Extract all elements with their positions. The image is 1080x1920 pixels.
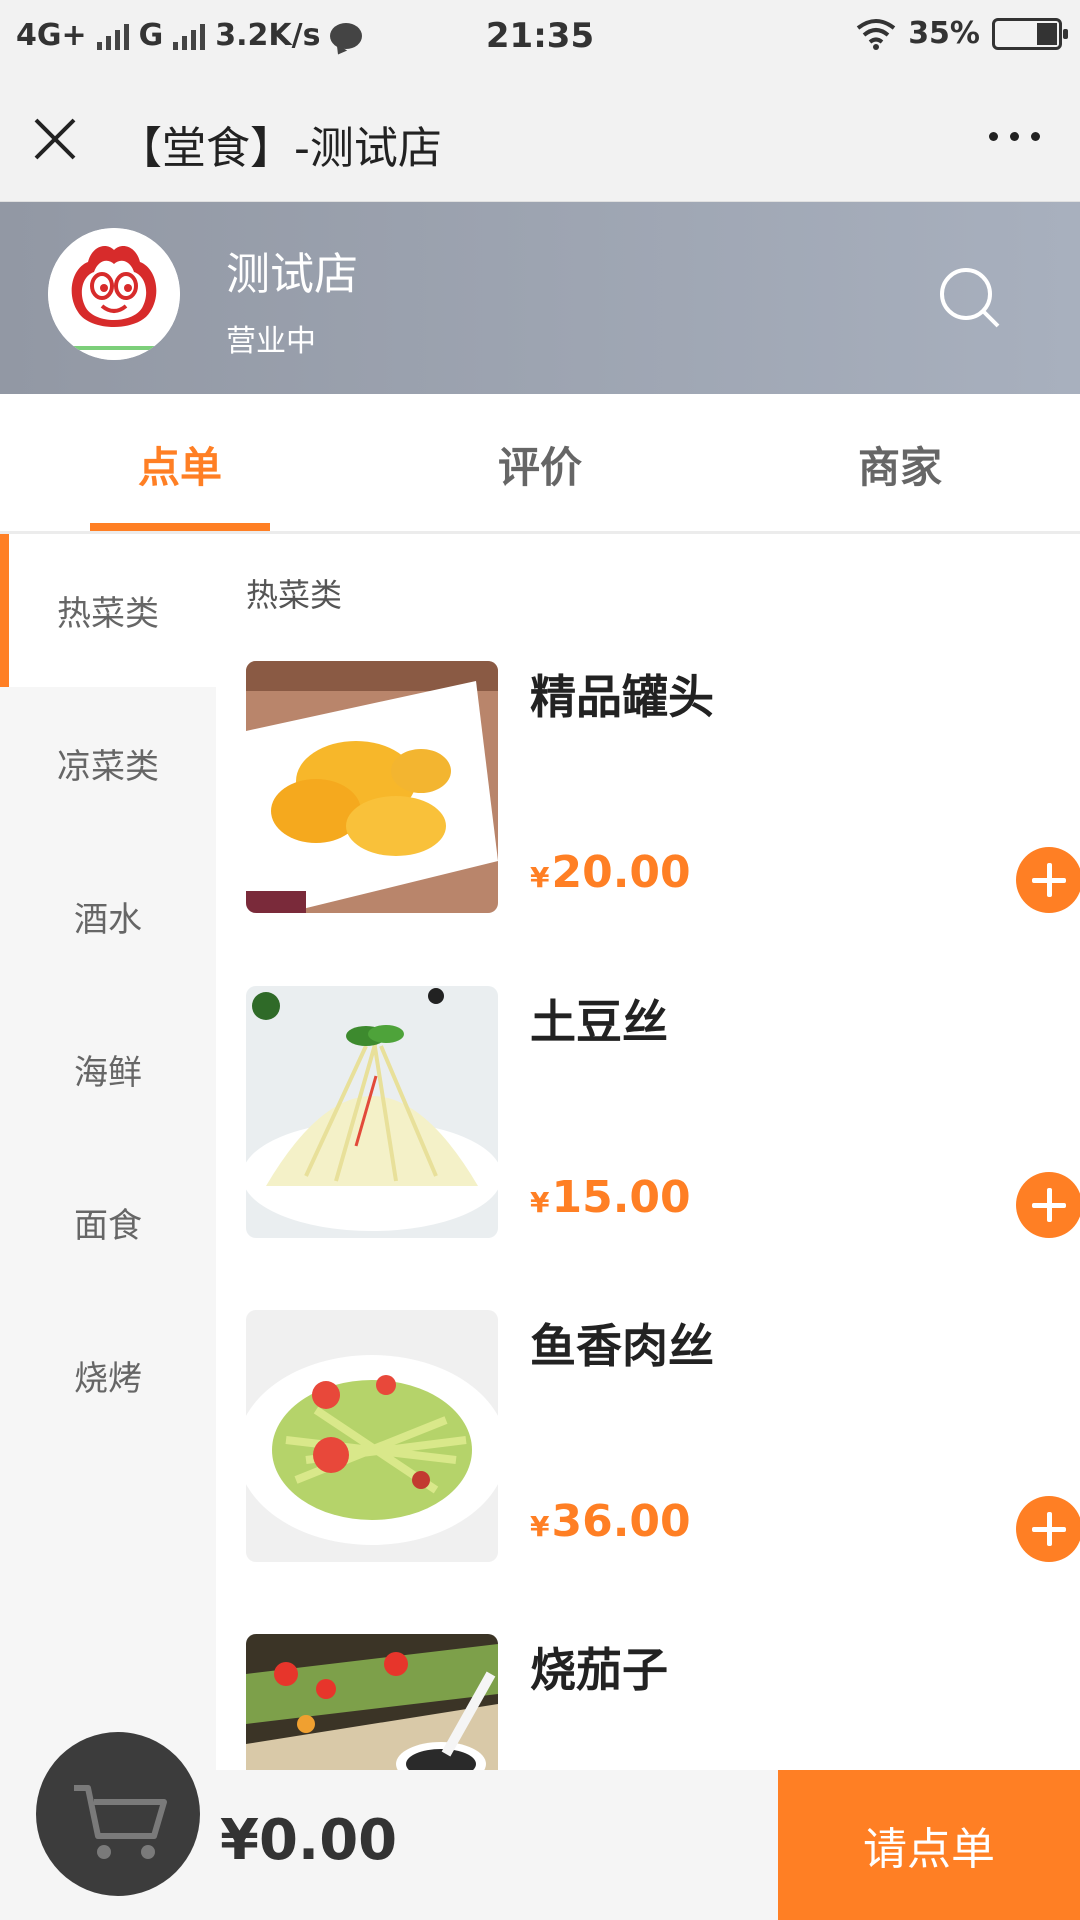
- add-to-cart-button[interactable]: [1016, 1496, 1080, 1562]
- section-title: 热菜类: [246, 576, 343, 614]
- menu-item: 烧茄子: [246, 1634, 1080, 1770]
- tab-order[interactable]: 点单: [0, 394, 360, 531]
- dish-name: 烧茄子: [530, 1643, 668, 1697]
- bottom-bar: ¥0.00 请点单: [0, 1732, 1080, 1920]
- dish-price: ¥36.00: [530, 1496, 691, 1547]
- menu-item: 鱼香肉丝 ¥36.00: [246, 1310, 1080, 1562]
- search-icon[interactable]: [936, 264, 1002, 330]
- category-item-hot-dishes[interactable]: 热菜类: [0, 534, 216, 687]
- dish-price-value: 15.00: [551, 1172, 691, 1223]
- dish-price-value: 36.00: [551, 1496, 691, 1547]
- dish-name: 精品罐头: [530, 670, 714, 724]
- dish-price: ¥20.00: [530, 847, 691, 898]
- dish-image[interactable]: [246, 1634, 498, 1770]
- add-to-cart-button[interactable]: [1016, 1172, 1080, 1238]
- cart-total: ¥0.00: [220, 1808, 398, 1873]
- place-order-button[interactable]: 请点单: [778, 1770, 1080, 1920]
- tab-merchant[interactable]: 商家: [720, 394, 1080, 531]
- status-bar: 4G+ G 3.2K/s 21:35 35%: [0, 0, 1080, 76]
- page-title: 【堂食】-测试店: [118, 123, 442, 174]
- currency-symbol: ¥: [530, 1510, 550, 1543]
- category-item-seafood[interactable]: 海鲜: [0, 993, 216, 1146]
- menu-item: 土豆丝 ¥15.00: [246, 986, 1080, 1238]
- cart-icon: [74, 1785, 167, 1859]
- close-icon[interactable]: [28, 112, 82, 166]
- add-to-cart-button[interactable]: [1016, 847, 1080, 913]
- title-bar: 【堂食】-测试店: [0, 76, 1080, 202]
- category-sidebar: 热菜类 凉菜类 酒水 海鲜 面食 烧烤: [0, 534, 216, 1770]
- status-right: 35%: [856, 16, 1068, 51]
- dish-image[interactable]: [246, 661, 498, 913]
- dish-name: 土豆丝: [530, 995, 668, 1049]
- battery-icon: [992, 17, 1068, 50]
- wifi-icon: [856, 18, 896, 50]
- category-item-drinks[interactable]: 酒水: [0, 840, 216, 993]
- currency-symbol: ¥: [530, 861, 550, 894]
- store-status: 营业中: [226, 324, 316, 359]
- tab-bar: 点单 评价 商家: [0, 394, 1080, 534]
- dish-image[interactable]: [246, 986, 498, 1238]
- more-icon[interactable]: [989, 132, 1040, 141]
- currency-symbol: ¥: [530, 1186, 550, 1219]
- battery-percent: 35%: [908, 16, 980, 51]
- menu-item: 精品罐头 ¥20.00: [246, 661, 1080, 913]
- category-item-cold-dishes[interactable]: 凉菜类: [0, 687, 216, 840]
- category-item-noodles[interactable]: 面食: [0, 1146, 216, 1299]
- dish-price-value: 20.00: [551, 847, 691, 898]
- dish-price: ¥15.00: [530, 1172, 691, 1223]
- dish-name: 鱼香肉丝: [530, 1319, 714, 1373]
- store-name: 测试店: [226, 249, 358, 300]
- dish-image[interactable]: [246, 1310, 498, 1562]
- menu-list: 热菜类 精品罐头 ¥20.00 土豆丝 ¥15.00 鱼香肉丝 ¥36.00 烧…: [216, 534, 1080, 1770]
- tab-reviews[interactable]: 评价: [360, 394, 720, 531]
- store-header: 测试店 营业中: [0, 202, 1080, 394]
- cart-button[interactable]: [36, 1732, 200, 1896]
- category-item-bbq[interactable]: 烧烤: [0, 1299, 216, 1452]
- store-logo: [48, 228, 180, 360]
